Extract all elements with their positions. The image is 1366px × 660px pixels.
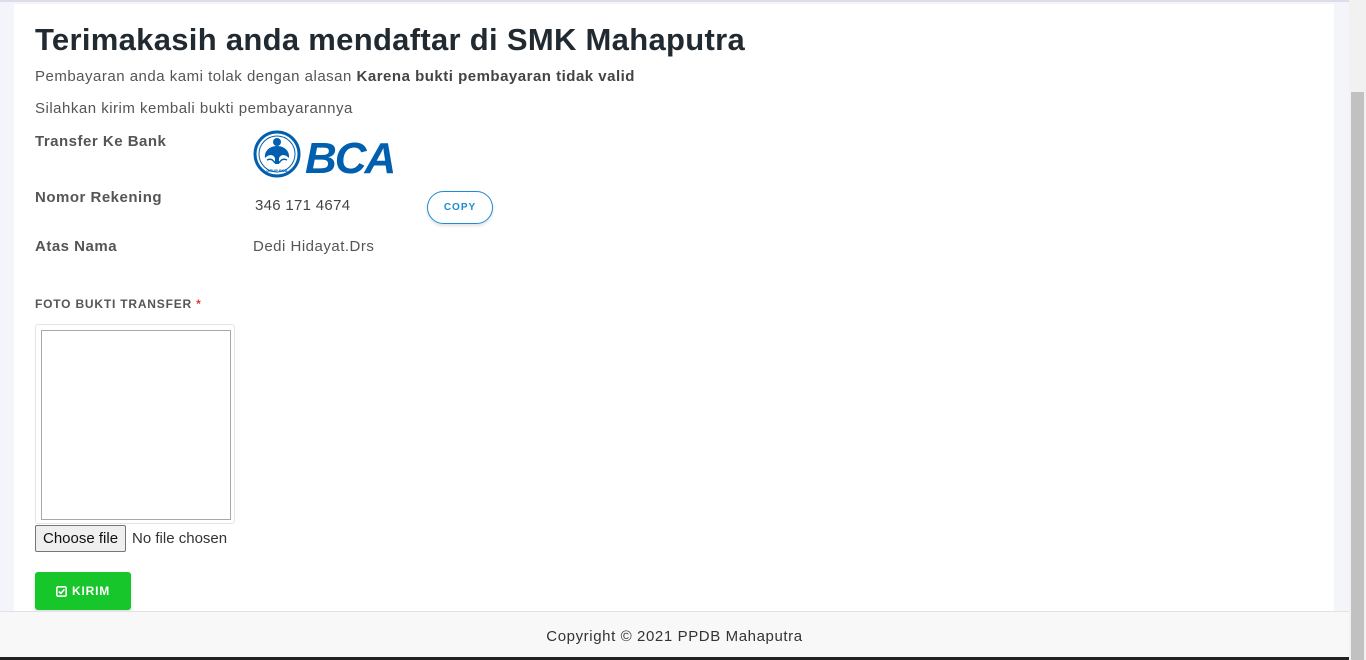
page-title: Terimakasih anda mendaftar di SMK Mahapu… xyxy=(35,22,745,57)
rejection-prefix: Pembayaran anda kami tolak dengan alasan xyxy=(35,68,357,85)
bca-wordmark: BCA xyxy=(305,134,394,178)
upload-label-text: FOTO BUKTI TRANSFER xyxy=(35,297,192,311)
rejection-reason: Karena bukti pembayaran tidak valid xyxy=(356,68,635,85)
file-input[interactable]: Choose file No file chosen xyxy=(35,524,227,552)
choose-file-button[interactable]: Choose file xyxy=(35,524,127,552)
resend-instruction: Silahkan kirim kembali bukti pembayarann… xyxy=(35,100,353,117)
transfer-bank-label: Transfer Ke Bank xyxy=(35,133,167,150)
check-square-icon xyxy=(56,585,67,597)
vertical-scrollbar[interactable] xyxy=(1349,0,1366,660)
scrollbar-thumb[interactable] xyxy=(1351,92,1364,660)
copy-button[interactable]: COPY xyxy=(427,191,493,224)
no-file-text: No file chosen xyxy=(132,529,228,547)
required-mark: * xyxy=(196,297,202,311)
account-holder-value: Dedi Hidayat.Drs xyxy=(253,238,375,255)
submit-label: KIRIM xyxy=(72,584,110,598)
top-border xyxy=(0,0,1366,2)
submit-button[interactable]: KIRIM xyxy=(35,572,131,610)
image-preview xyxy=(35,324,235,524)
account-holder-label: Atas Nama xyxy=(35,238,118,255)
rejection-message: Pembayaran anda kami tolak dengan alasan… xyxy=(35,68,635,85)
copyright-text: Copyright © 2021 PPDB Mahaputra xyxy=(546,627,803,645)
account-number-label: Nomor Rekening xyxy=(35,189,163,206)
image-preview-box xyxy=(41,330,231,520)
bca-seal-text: GRUP BCA xyxy=(266,168,287,173)
bca-logo: GRUP BCA BCA xyxy=(253,130,396,178)
account-number-value: 346 171 4674 xyxy=(255,197,351,214)
upload-field-label: FOTO BUKTI TRANSFER * xyxy=(35,297,202,311)
footer: Copyright © 2021 PPDB Mahaputra xyxy=(0,611,1349,660)
